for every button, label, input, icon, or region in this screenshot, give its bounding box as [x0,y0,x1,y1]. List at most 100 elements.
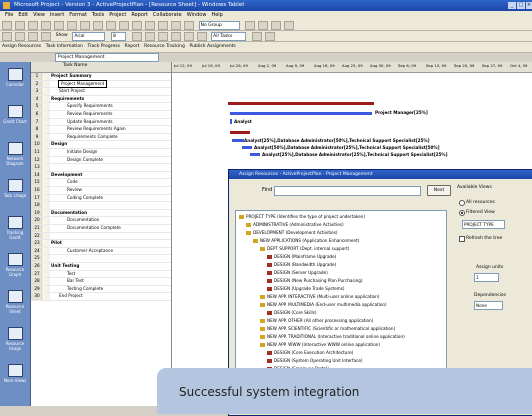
table-row[interactable]: 19 Documentation [31,209,171,218]
tree-node[interactable]: DESIGN (Core Execution Architecture) [267,349,353,356]
tree-node[interactable]: PROJECT TYPE (Identifies the type of pro… [239,213,365,220]
menu-item-insert[interactable]: Insert [50,12,64,18]
tree-node[interactable]: DESIGN (Mainframe Upgrade) [267,253,336,260]
table-row[interactable]: 12 Design Complete [31,156,171,165]
task-name-cell[interactable]: Documentation [67,217,99,224]
scroll-to-task-icon[interactable] [271,21,282,30]
align-right-icon[interactable] [196,32,207,41]
task-name-cell[interactable]: Test [67,271,75,278]
report-button[interactable]: Report [125,43,140,51]
task-name-cell[interactable]: Requirements Complete [67,134,118,141]
table-row[interactable]: 7 Update Requirements [31,118,171,127]
menu-item-project[interactable]: Project [109,12,126,18]
menu-item-help[interactable]: Help [211,12,222,18]
link-icon[interactable] [132,21,142,30]
table-row[interactable]: 21 Documentation Complete [31,225,171,233]
task-name-cell[interactable]: Project Summary [51,73,92,80]
task-name-cell[interactable]: End Project [59,293,83,300]
tree-node[interactable]: DESIGN (Upgrade Trade Systems) [267,285,345,292]
viewbar-item-tracking-gantt[interactable]: Tracking Gantt [3,216,27,240]
close-button[interactable]: × [526,2,532,9]
open-icon[interactable] [15,21,25,30]
task-name-cell[interactable]: Customer Acceptance [67,248,113,255]
summary-bar-requirements[interactable] [230,131,250,134]
tree-node[interactable]: DESIGN (New Purchasing Plan Purchasing) [267,277,363,284]
task-name-cell[interactable]: Start Project [59,88,85,95]
tree-node[interactable]: NEW APPLICATIONS (Application Enhancemen… [253,237,359,244]
task-name-cell[interactable]: Review Requirements Again [67,126,126,133]
italic-icon[interactable] [144,32,155,41]
tree-node[interactable]: NEW APP. INTERACTIVE (Multi-user online … [260,293,380,300]
show-subtasks-icon[interactable] [28,32,38,41]
task-name-cell[interactable]: Coding Complete [67,195,103,202]
dependencies-select[interactable]: None [474,301,503,310]
table-row[interactable]: 9 Requirements Complete [31,133,171,142]
tree-node[interactable]: NEW APP. OTHER (All other processing app… [260,317,373,324]
viewbar-item-resource-graph[interactable]: Resource Graph [3,253,27,277]
menu-item-tools[interactable]: Tools [92,12,104,18]
indent-icon[interactable] [15,32,25,41]
table-row[interactable]: 13 [31,164,171,172]
hide-subtasks-icon[interactable] [41,32,51,41]
underline-icon[interactable] [157,32,168,41]
viewbar-item-task-usage[interactable]: Task Usage [3,179,27,198]
assign-resources-button[interactable]: Assign Resources [2,43,41,51]
outdent-icon[interactable] [2,32,12,41]
task-name-cell[interactable]: Documentation Complete [67,225,121,232]
task-name-header[interactable]: Task Name [63,63,87,68]
viewbar-item-gantt-chart[interactable]: Gantt Chart [3,105,27,124]
find-next-button[interactable]: Next [427,185,451,196]
paste-icon[interactable] [106,21,116,30]
table-row[interactable]: 2 Project Management [31,79,171,89]
menu-item-view[interactable]: View [33,12,45,18]
tree-node[interactable]: NEW APP. TRADITIONAL (Interactive tradit… [260,333,405,340]
task-name-cell[interactable]: Review Requirements [67,111,112,118]
viewbar-item-network-diagram[interactable]: Network Diagram [3,142,27,166]
table-row[interactable]: 25 [31,255,171,263]
filtered-view-radio[interactable] [459,210,465,216]
table-row[interactable]: 15 Code [31,179,171,187]
task-name-cell[interactable]: Documentation [51,210,87,217]
summary-bar[interactable] [228,102,374,105]
undo-icon[interactable] [119,21,129,30]
spelling-icon[interactable] [67,21,77,30]
split-icon[interactable] [158,21,168,30]
task-name-cell[interactable]: Requirements [51,96,84,103]
new-icon[interactable] [2,21,12,30]
table-row[interactable]: 17 Coding Complete [31,194,171,203]
table-row[interactable]: 5 Specify Requirements [31,103,171,111]
table-row[interactable]: 6 Review Requirements [31,111,171,119]
tree-node[interactable]: NEW APP. MULTIMEDIA (End-user multimedia… [260,301,387,308]
table-row[interactable]: 28 Bar Test [31,278,171,286]
table-row[interactable]: 29 Testing Complete [31,285,171,294]
tree-node[interactable]: DEVELOPMENT (Development Activities) [246,229,338,236]
tree-node[interactable]: NEW APP. WWW (Interactive WWW online app… [260,341,380,348]
table-row[interactable]: 23 Pilot [31,240,171,248]
table-row[interactable]: 8 Review Requirements Again [31,126,171,134]
all-resources-radio[interactable] [459,200,465,206]
save-icon[interactable] [28,21,38,30]
menu-item-edit[interactable]: Edit [18,12,28,18]
refresh-tree-checkbox[interactable] [459,236,465,242]
table-row[interactable]: 4 Requirements [31,95,171,104]
maximize-button[interactable]: □ [517,2,525,9]
task-name-cell[interactable]: Review [67,187,82,194]
task-name-cell[interactable]: Update Requirements [67,119,113,126]
menu-item-collaborate[interactable]: Collaborate [153,12,182,18]
zoom-out-icon[interactable] [258,21,269,30]
font-select[interactable]: Arial [72,32,106,41]
help-icon[interactable] [284,21,295,30]
unlink-icon[interactable] [145,21,155,30]
font-size-select[interactable]: 8 [110,32,126,41]
viewbar-item-resource-sheet[interactable]: Resource Sheet [3,290,27,314]
task-bar-start-project[interactable] [230,119,232,124]
tree-node[interactable]: DEPT SUPPORT (Dept. internal support) [260,245,349,252]
table-row[interactable]: 20 Documentation [31,217,171,225]
task-name-cell[interactable]: Project Management [57,79,108,89]
task-bar-update[interactable] [250,153,260,156]
task-entry-field[interactable]: Project Management [55,53,159,62]
tree-node[interactable]: DESIGN (System Operating Unit Interface) [267,357,363,364]
task-info-icon[interactable] [171,21,181,30]
group-by-select[interactable]: No Group [198,21,240,30]
task-name-cell[interactable]: Design Complete [67,157,103,164]
